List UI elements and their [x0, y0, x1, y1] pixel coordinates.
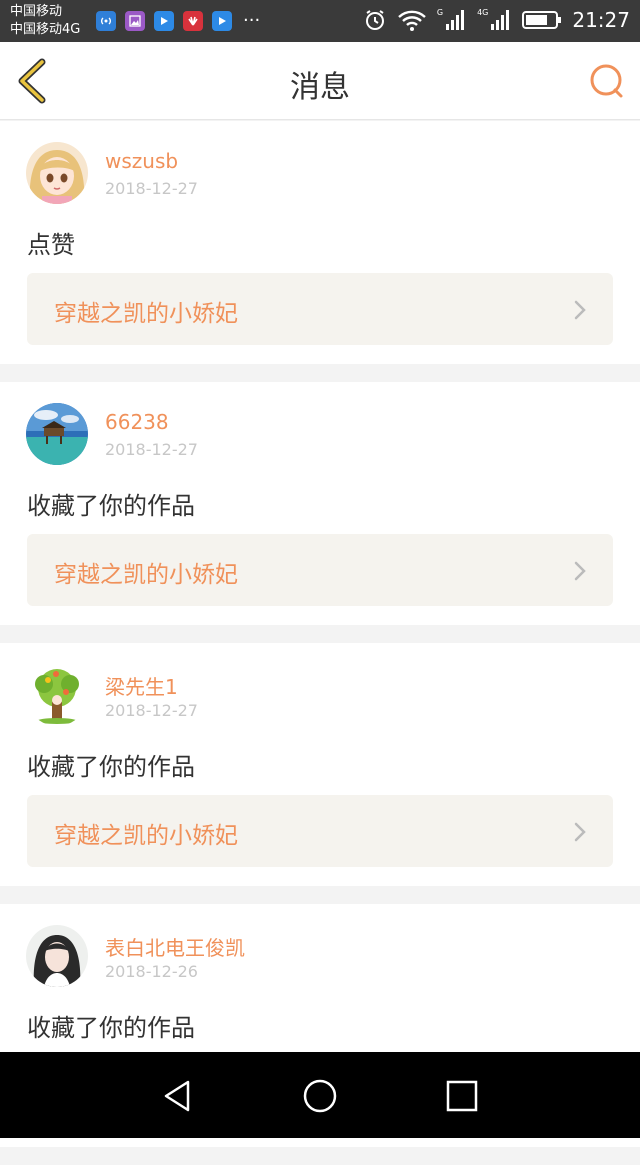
- action-text: 收藏了你的作品: [27, 753, 195, 781]
- notification-icons: ···: [96, 11, 260, 31]
- clock: 21:27: [572, 8, 630, 32]
- status-bar: 中国移动 中国移动4G ··· G 4G 21:27: [0, 0, 640, 42]
- nav-back-button[interactable]: [158, 1076, 198, 1116]
- avatar[interactable]: [26, 664, 88, 726]
- search-icon: [590, 64, 623, 98]
- nav-recents-button[interactable]: [442, 1076, 482, 1116]
- message-date: 2018-12-27: [105, 701, 198, 720]
- triangle-back-icon: [164, 1080, 190, 1112]
- chevron-right-icon: [574, 822, 586, 842]
- nav-home-button[interactable]: [300, 1076, 340, 1116]
- signal-label-2: 4G: [477, 7, 489, 17]
- battery-icon: [522, 11, 562, 29]
- more-notifications-icon: ···: [243, 10, 261, 31]
- huawei-icon: [183, 11, 203, 31]
- work-title: 穿越之凯的小娇妃: [54, 823, 238, 849]
- avatar[interactable]: [26, 925, 88, 987]
- video-app-icon: [154, 11, 174, 31]
- carrier-info: 中国移动 中国移动4G: [10, 3, 80, 39]
- alarm-icon: [365, 10, 384, 30]
- message-list: wszusb 2018-12-27 点赞 穿越之凯的小娇妃 66238 2018…: [0, 121, 640, 1165]
- username[interactable]: 表白北电王俊凯: [105, 932, 245, 961]
- username[interactable]: 66238: [105, 410, 169, 434]
- system-nav-bar: [0, 1052, 640, 1138]
- work-title: 穿越之凯的小娇妃: [54, 301, 238, 327]
- hotspot-icon: [96, 11, 116, 31]
- square-recents-icon: [446, 1080, 478, 1112]
- username[interactable]: wszusb: [105, 149, 178, 173]
- action-text: 收藏了你的作品: [27, 1014, 195, 1042]
- work-title: 穿越之凯的小娇妃: [54, 562, 238, 588]
- message-card: 66238 2018-12-27 收藏了你的作品 穿越之凯的小娇妃: [0, 382, 640, 625]
- signal-icon-2: [491, 10, 510, 30]
- message-card: 梁先生1 2018-12-27 收藏了你的作品 穿越之凯的小娇妃: [0, 643, 640, 886]
- app-header: 消息: [0, 42, 640, 120]
- signal-icon-1: [446, 10, 465, 30]
- wifi-icon: [398, 10, 426, 31]
- action-text: 点赞: [27, 231, 75, 259]
- message-date: 2018-12-27: [105, 179, 198, 198]
- chevron-right-icon: [574, 300, 586, 320]
- signal-label-1: G: [436, 7, 444, 17]
- carrier-2: 中国移动4G: [10, 22, 81, 37]
- video-app-icon-2: [212, 11, 232, 31]
- circle-home-icon: [303, 1079, 337, 1113]
- message-date: 2018-12-26: [105, 962, 198, 981]
- action-text: 收藏了你的作品: [27, 492, 195, 520]
- work-link[interactable]: 穿越之凯的小娇妃: [27, 534, 613, 606]
- avatar[interactable]: [26, 403, 88, 465]
- work-link[interactable]: 穿越之凯的小娇妃: [27, 273, 613, 345]
- search-button[interactable]: [588, 62, 626, 100]
- gallery-icon: [125, 11, 145, 31]
- carrier-1: 中国移动: [10, 4, 63, 19]
- work-link[interactable]: 穿越之凯的小娇妃: [27, 795, 613, 867]
- message-card: wszusb 2018-12-27 点赞 穿越之凯的小娇妃: [0, 121, 640, 364]
- message-date: 2018-12-27: [105, 440, 198, 459]
- username[interactable]: 梁先生1: [105, 671, 178, 700]
- status-right: G 4G 21:27: [363, 8, 630, 32]
- page-title: 消息: [290, 70, 350, 105]
- avatar[interactable]: [26, 142, 88, 204]
- chevron-right-icon: [574, 561, 586, 581]
